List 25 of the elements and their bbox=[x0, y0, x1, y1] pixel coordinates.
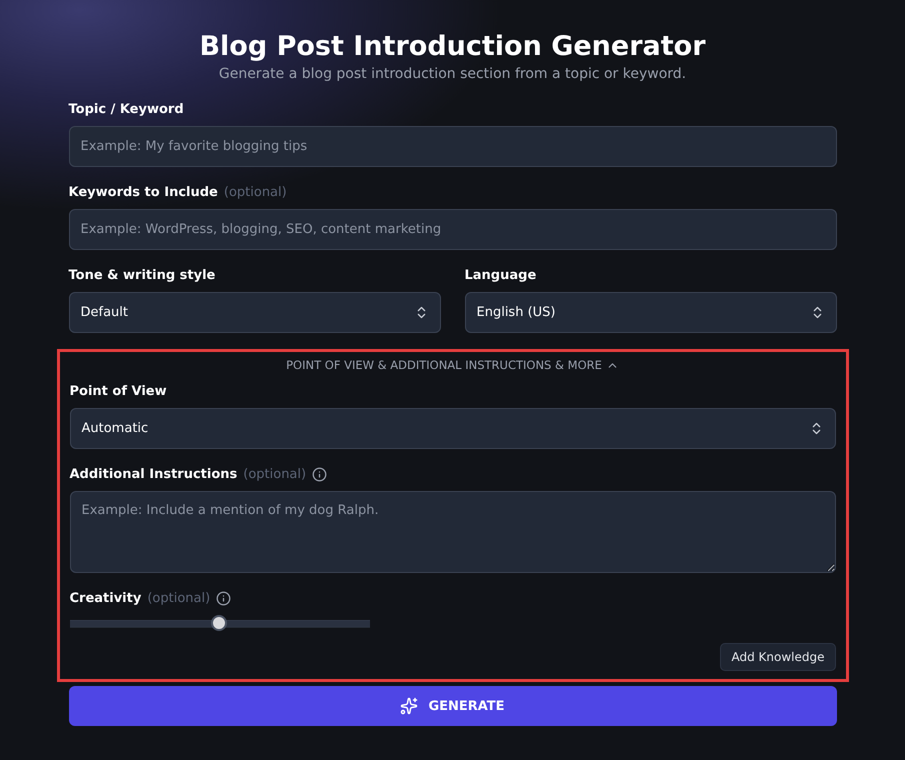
select-field[interactable]: Automatic bbox=[70, 408, 836, 449]
more-options-toggle[interactable]: POINT OF VIEW & ADDITIONAL INSTRUCTIONS & MORE bbox=[286, 358, 619, 372]
page-subtitle: Generate a blog post introduction section from a topic or keyword. bbox=[218, 65, 688, 84]
field-label: Keywords to Include bbox=[68, 184, 218, 200]
field-label: Additional Instructions bbox=[70, 466, 238, 482]
optional-hint: (optional) bbox=[243, 466, 306, 482]
instructions-textarea[interactable]: Example: Include a mention of my dog Ralph. bbox=[70, 491, 836, 573]
info-icon[interactable] bbox=[312, 466, 328, 482]
field-label: Tone & writing style bbox=[68, 268, 216, 282]
sparkles-icon bbox=[400, 697, 418, 715]
field-label: Language bbox=[464, 268, 536, 282]
select-field[interactable]: Default bbox=[68, 292, 440, 333]
keywords-input[interactable]: Example: WordPress, blogging, SEO, content marketing bbox=[68, 209, 836, 250]
field-label: Topic / Keyword bbox=[68, 102, 184, 116]
slider-thumb[interactable] bbox=[210, 615, 226, 631]
optional-hint: (optional) bbox=[147, 590, 210, 606]
add-knowledge-button[interactable]: Add Knowledge bbox=[720, 643, 836, 671]
select-field[interactable]: English (US) bbox=[464, 292, 836, 333]
generate-button[interactable]: GENERATE bbox=[68, 686, 836, 726]
optional-hint: (optional) bbox=[224, 184, 287, 200]
page-title: Blog Post Introduction Generator bbox=[198, 30, 707, 64]
topic-input[interactable]: Example: My favorite blogging tips bbox=[68, 126, 836, 167]
field-label: Creativity bbox=[70, 590, 142, 606]
info-icon[interactable] bbox=[216, 590, 232, 606]
field-label: Point of View bbox=[70, 384, 167, 398]
